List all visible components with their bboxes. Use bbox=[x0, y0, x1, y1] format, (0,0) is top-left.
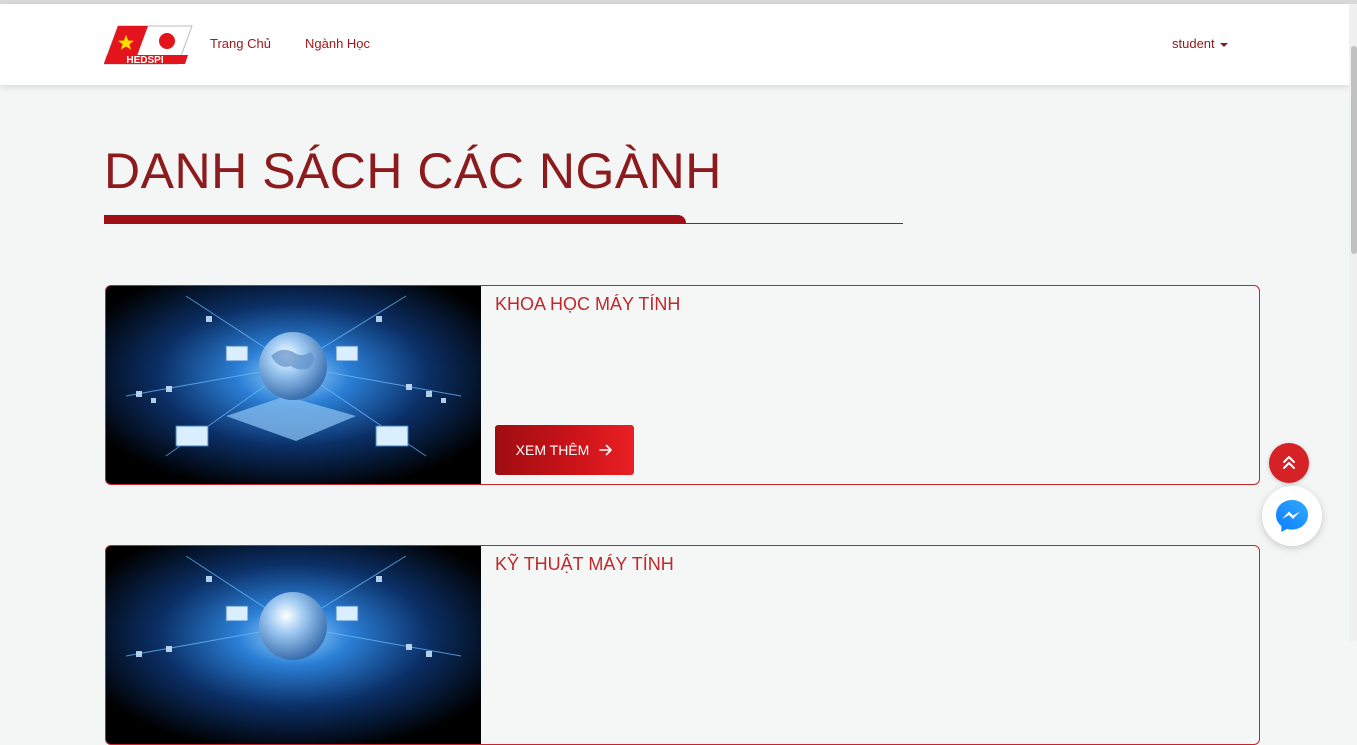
network-globe-image[interactable] bbox=[106, 546, 481, 744]
major-card: KHOA HỌC MÁY TÍNH XEM THÊM bbox=[105, 285, 1260, 485]
network-globe-image[interactable] bbox=[106, 286, 481, 484]
caret-down-icon bbox=[1219, 42, 1228, 47]
major-title: KỸ THUẬT MÁY TÍNH bbox=[495, 554, 674, 574]
messenger-icon bbox=[1276, 500, 1308, 532]
page-scrollbar-thumb[interactable] bbox=[1351, 46, 1357, 254]
page-title: DANH SÁCH CÁC NGÀNH bbox=[104, 143, 722, 199]
hedspi-logo[interactable]: HEDSPI bbox=[103, 24, 194, 66]
logo-text: HEDSPI bbox=[126, 55, 163, 66]
major-card: KỸ THUẬT MÁY TÍNH bbox=[105, 545, 1260, 745]
scroll-to-top-button[interactable] bbox=[1269, 443, 1309, 483]
nav-link-majors[interactable]: Ngành Học bbox=[305, 36, 370, 51]
title-underline-accent bbox=[104, 215, 686, 224]
user-dropdown[interactable]: student bbox=[1172, 36, 1228, 51]
arrow-right-icon bbox=[599, 444, 613, 456]
see-more-label: XEM THÊM bbox=[515, 442, 590, 458]
top-navbar: HEDSPI Trang Chủ Ngành Học student bbox=[0, 4, 1349, 85]
messenger-chat-button[interactable] bbox=[1262, 486, 1322, 546]
major-title: KHOA HỌC MÁY TÍNH bbox=[495, 294, 681, 314]
see-more-button[interactable]: XEM THÊM bbox=[495, 425, 634, 475]
user-name: student bbox=[1172, 36, 1215, 51]
nav-link-home[interactable]: Trang Chủ bbox=[210, 36, 271, 51]
double-chevron-up-icon bbox=[1283, 456, 1295, 469]
